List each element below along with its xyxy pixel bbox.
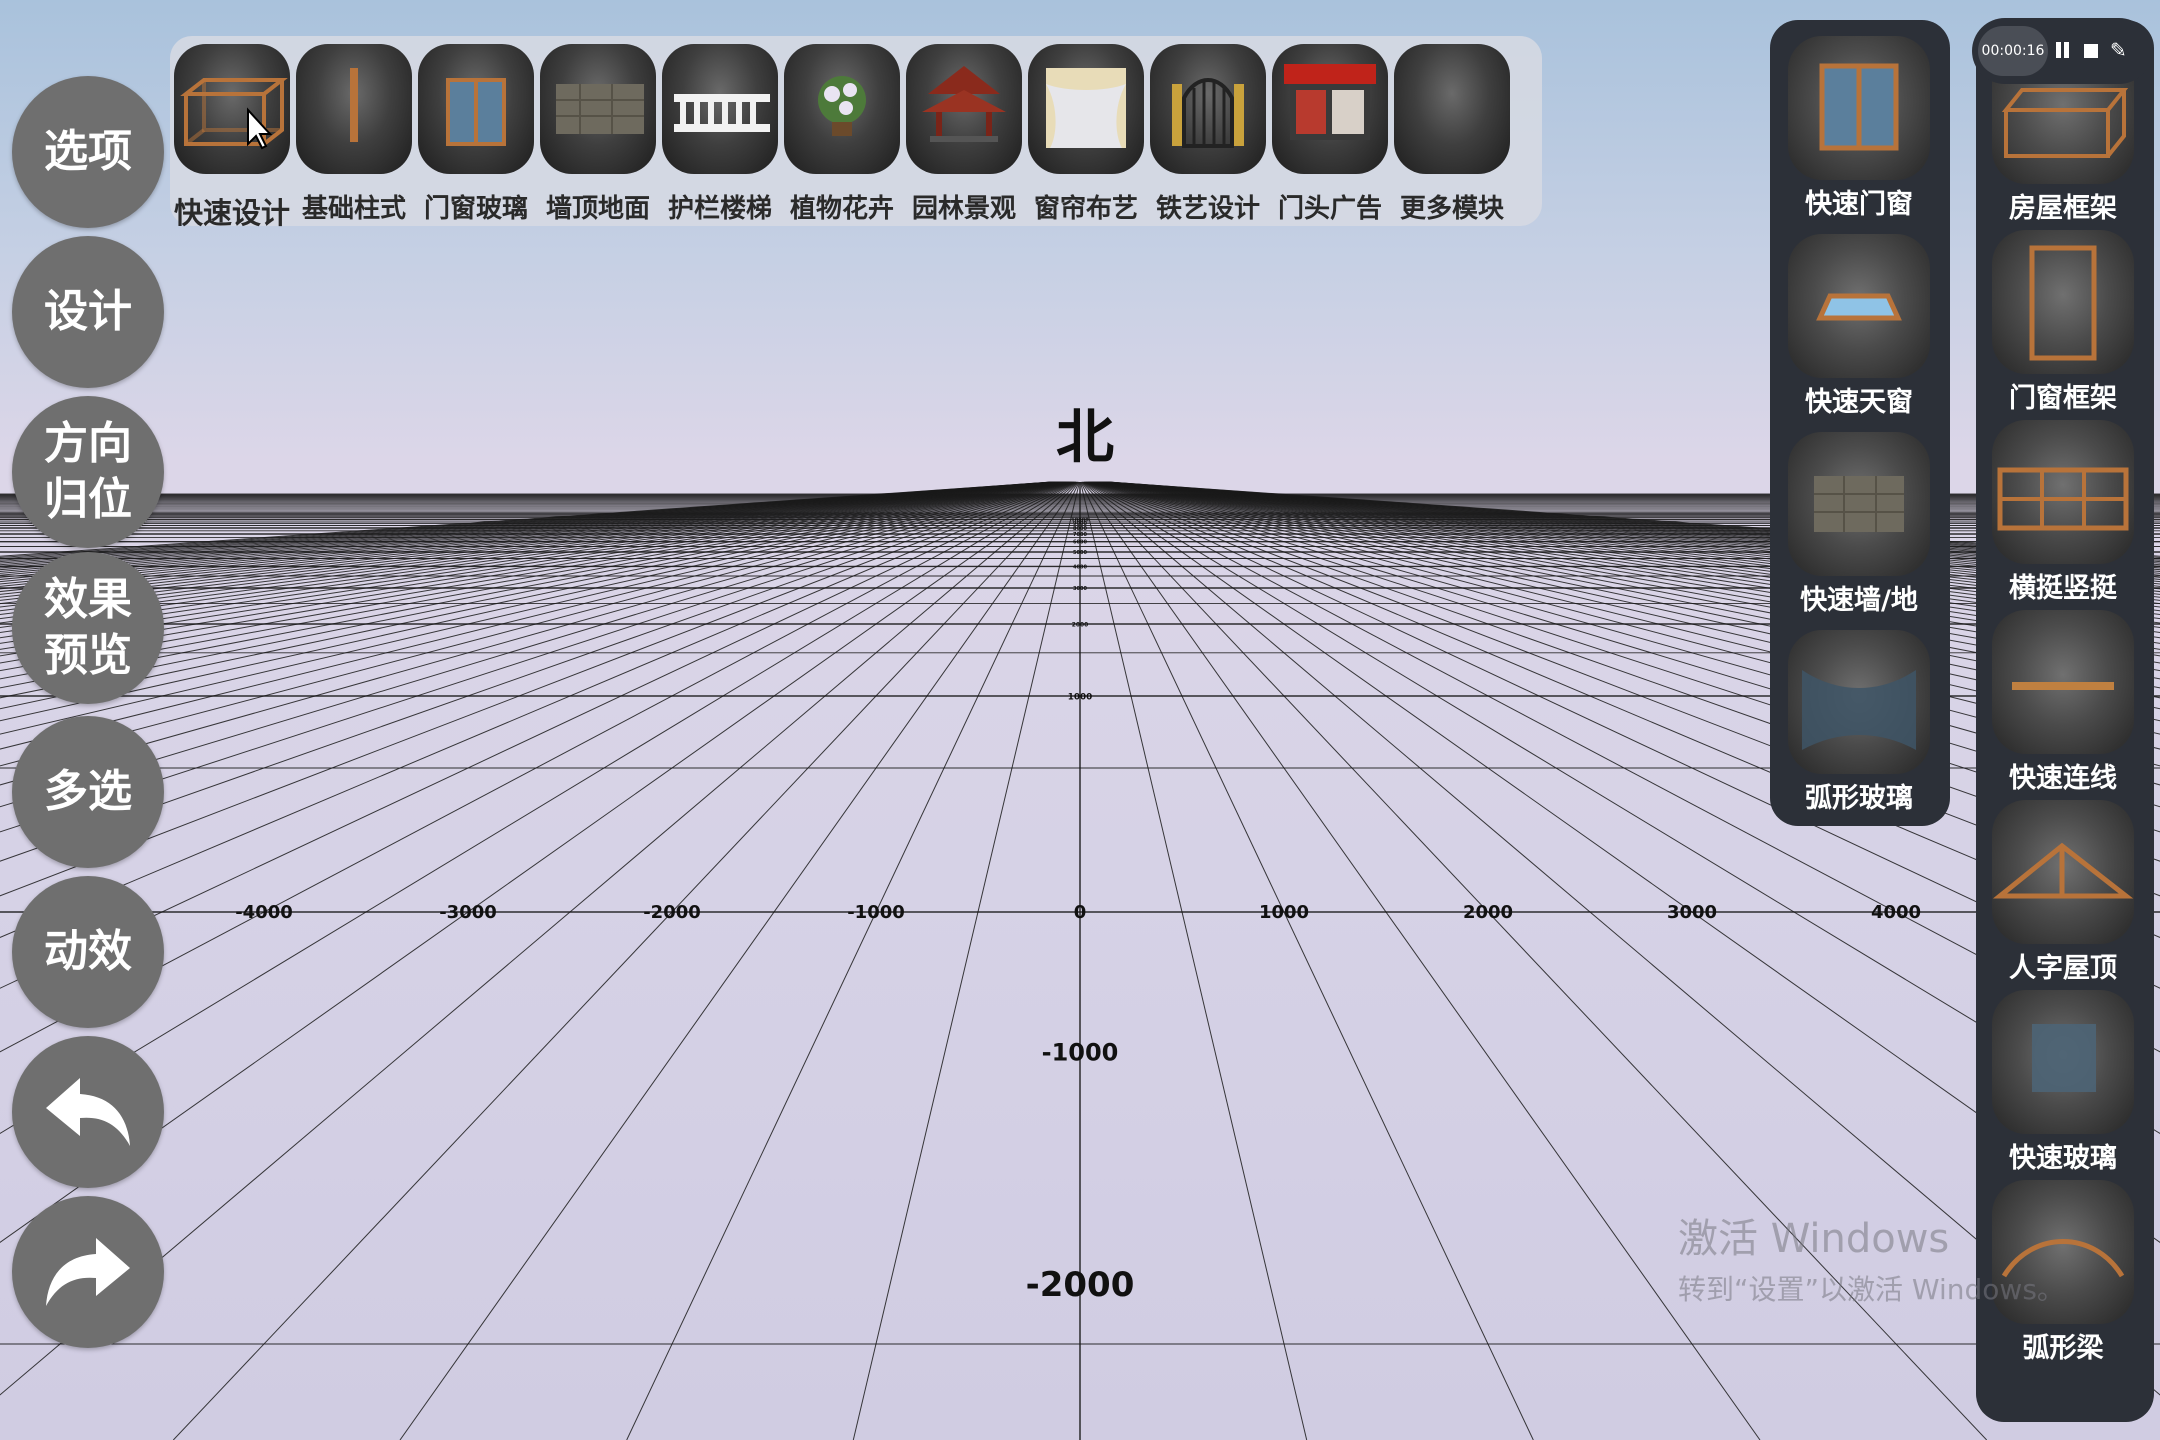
plant-icon [784, 44, 900, 174]
undo-arrow-icon [46, 1078, 130, 1146]
category-quick-design[interactable]: 快速设计 [172, 44, 290, 230]
glass-pane-icon [1992, 990, 2134, 1134]
windows-activation-watermark: 激活 Windows 转到“设置”以激活 Windows。 [1678, 1216, 2065, 1306]
stone-wall-icon [540, 44, 656, 174]
depth-tick-label: 5000 [1073, 550, 1087, 556]
quick-wall-floor-tool[interactable]: 快速墙/地 [1778, 426, 1930, 616]
depth-tick-label: 10000 [1071, 517, 1089, 523]
animation-button[interactable]: 动效 [12, 876, 164, 1028]
depth-tick-label: 2000 [1072, 622, 1088, 628]
x-axis-tick-label: 0 [1074, 902, 1087, 923]
quick-door-window-tool[interactable]: 快速门窗 [1778, 30, 1930, 220]
quick-skylight-tool[interactable]: 快速天窗 [1778, 228, 1930, 418]
category-basic-columns[interactable]: 基础柱式 [294, 44, 412, 224]
curved-glass-icon [1788, 630, 1930, 774]
mullion-icon [1992, 420, 2134, 564]
iron-gate-icon [1150, 44, 1266, 174]
category-garden-landscape[interactable]: 园林景观 [904, 44, 1022, 224]
more-modules-icon [1394, 44, 1510, 174]
category-more-modules[interactable]: 更多模块 [1392, 44, 1510, 224]
grid-line-lateral [1080, 481, 1761, 1440]
x-axis-tick-label: -1000 [847, 902, 905, 923]
curtain-icon [1028, 44, 1144, 174]
door-frame-icon [1992, 230, 2134, 374]
x-axis-tick-label: 1000 [1259, 902, 1309, 923]
frame-box-icon [174, 44, 290, 174]
depth-tick-label: 4000 [1073, 564, 1087, 570]
redo-arrow-icon [46, 1238, 130, 1306]
x-axis-tick-label: -2000 [643, 902, 701, 923]
north-label: 北 [1055, 403, 1114, 471]
grid-line-lateral [172, 481, 1079, 1440]
depth-tick-label: 3000 [1073, 586, 1087, 592]
window-icon [418, 44, 534, 174]
redo-button[interactable] [12, 1196, 164, 1348]
effect-preview-button[interactable]: 效果 预览 [12, 552, 164, 704]
reset-orientation-button[interactable]: 方向 归位 [12, 396, 164, 548]
wall-floor-icon [1788, 432, 1930, 576]
x-axis-tick-label: 2000 [1463, 902, 1513, 923]
category-door-window-glass[interactable]: 门窗玻璃 [416, 44, 534, 224]
beam-line-icon [1992, 610, 2134, 754]
stop-icon[interactable] [2082, 42, 2100, 60]
grid-line-lateral [626, 481, 1080, 1440]
pencil-icon[interactable]: ✎ [2110, 38, 2132, 62]
category-iron-art-design[interactable]: 铁艺设计 [1148, 44, 1266, 224]
x-axis-tick-label: 4000 [1871, 902, 1921, 923]
quick-connect-line-tool[interactable]: 快速连线 [1982, 604, 2134, 794]
depth-tick-label: 1000 [1068, 693, 1092, 703]
grid-line-lateral [1080, 481, 1534, 1440]
options-button[interactable]: 选项 [12, 76, 164, 228]
recording-timer: 00:00:16 [1978, 26, 2048, 76]
x-axis-tick-label: -3000 [439, 902, 497, 923]
undo-button[interactable] [12, 1036, 164, 1188]
top-category-toolbar: 快速设计 基础柱式 门窗玻璃 墙顶地面 护栏楼梯 植物花卉 园林景观 窗帘布艺 … [170, 36, 1542, 230]
mullion-transom-tool[interactable]: 横挺竖挺 [1982, 414, 2134, 604]
depth-tick-label: 6000 [1073, 540, 1087, 546]
design-button[interactable]: 设计 [12, 236, 164, 388]
curved-glass-tool[interactable]: 弧形玻璃 [1778, 624, 1930, 814]
category-wall-ceiling-floor[interactable]: 墙顶地面 [538, 44, 656, 224]
x-axis-tick-label: 3000 [1667, 902, 1717, 923]
category-curtains-fabric[interactable]: 窗帘布艺 [1026, 44, 1144, 224]
door-window-icon [1788, 36, 1930, 180]
category-plants-flowers[interactable]: 植物花卉 [782, 44, 900, 224]
column-icon [296, 44, 412, 174]
category-storefront-ads[interactable]: 门头广告 [1270, 44, 1388, 224]
category-railing-stairs[interactable]: 护栏楼梯 [660, 44, 778, 224]
near-tick-label: -1000 [1042, 1038, 1119, 1066]
quick-tools-panel: 快速门窗 快速天窗 快速墙/地 弧形玻璃 [1770, 20, 1950, 826]
multi-select-button[interactable]: 多选 [12, 716, 164, 868]
depth-tick-label: 7000 [1073, 532, 1087, 538]
gable-roof-icon [1992, 800, 2134, 944]
skylight-icon [1788, 234, 1930, 378]
quick-glass-tool[interactable]: 快速玻璃 [1982, 984, 2134, 1174]
pause-icon[interactable] [2054, 40, 2072, 62]
pavilion-icon [906, 44, 1022, 174]
screen-recorder-widget: 00:00:16 ✎ [1972, 18, 2152, 84]
door-window-frame-tool[interactable]: 门窗框架 [1982, 224, 2134, 414]
x-axis-tick-label: -4000 [235, 902, 293, 923]
balustrade-icon [662, 44, 778, 174]
gable-roof-tool[interactable]: 人字屋顶 [1982, 794, 2134, 984]
grid-line-lateral [399, 481, 1080, 1440]
storefront-icon [1272, 44, 1388, 174]
near-tick-label: -2000 [1026, 1265, 1135, 1305]
